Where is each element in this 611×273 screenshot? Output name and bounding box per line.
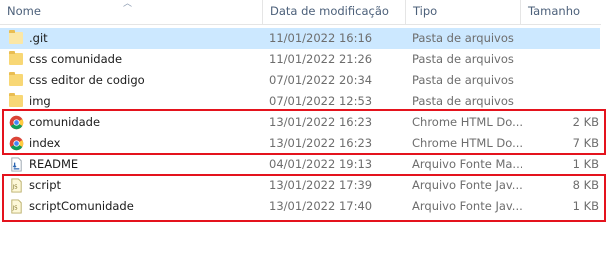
folder-icon	[9, 93, 23, 107]
column-header-size-label: Tamanho	[528, 4, 581, 18]
file-date: 13/01/2022 17:39	[269, 178, 373, 192]
file-date: 13/01/2022 17:40	[269, 199, 373, 213]
markdown-file-icon	[11, 157, 22, 172]
file-size	[527, 91, 599, 112]
file-date: 11/01/2022 21:26	[269, 52, 373, 66]
file-date: 11/01/2022 16:16	[269, 31, 373, 45]
file-type: Arquivo Fonte Ma...	[412, 157, 522, 171]
file-row[interactable]: .git 11/01/2022 16:16 Pasta de arquivos	[0, 28, 600, 49]
file-size: 8 KB	[572, 178, 599, 192]
file-type: Pasta de arquivos	[412, 31, 514, 45]
column-header-type-label: Tipo	[413, 4, 438, 18]
file-date: 07/01/2022 20:34	[269, 73, 373, 87]
file-name: index	[29, 136, 61, 150]
file-row[interactable]: index 13/01/2022 16:23 Chrome HTML Do...…	[0, 133, 600, 154]
file-size: 2 KB	[572, 115, 599, 129]
file-type: Pasta de arquivos	[412, 52, 514, 66]
file-size: 1 KB	[572, 157, 599, 171]
column-header-date[interactable]: Data de modificação	[263, 0, 405, 24]
file-row[interactable]: JS script 13/01/2022 17:39 Arquivo Fonte…	[0, 175, 600, 196]
column-header-type[interactable]: Tipo	[406, 0, 520, 24]
js-file-icon: JS	[11, 199, 22, 214]
folder-icon	[9, 72, 23, 86]
file-name: script	[29, 178, 62, 192]
file-row[interactable]: comunidade 13/01/2022 16:23 Chrome HTML …	[0, 112, 600, 133]
svg-text:JS: JS	[12, 184, 18, 190]
file-size: 7 KB	[572, 136, 599, 150]
sort-caret-icon: ︿	[123, 0, 133, 9]
file-name: css editor de codigo	[29, 73, 145, 87]
column-header-name-label: Nome	[7, 4, 41, 18]
file-type: Pasta de arquivos	[412, 94, 514, 108]
chrome-icon	[9, 136, 24, 151]
file-name: img	[29, 94, 51, 108]
file-name: README	[29, 157, 79, 171]
file-list: .git 11/01/2022 16:16 Pasta de arquivos …	[0, 28, 611, 217]
file-name: comunidade	[29, 115, 101, 129]
file-size	[527, 49, 599, 70]
file-row[interactable]: README 04/01/2022 19:13 Arquivo Fonte Ma…	[0, 154, 600, 175]
svg-text:JS: JS	[12, 205, 18, 211]
column-header-date-label: Data de modificação	[270, 4, 389, 18]
chrome-icon	[9, 115, 24, 130]
file-row[interactable]: img 07/01/2022 12:53 Pasta de arquivos	[0, 91, 600, 112]
file-date: 13/01/2022 16:23	[269, 136, 373, 150]
file-name: css comunidade	[29, 52, 123, 66]
folder-icon	[9, 30, 23, 44]
file-size	[527, 70, 599, 91]
file-row[interactable]: JS scriptComunidade 13/01/2022 17:40 Arq…	[0, 196, 600, 217]
column-header-size[interactable]: Tamanho	[521, 0, 601, 24]
file-size: 1 KB	[572, 199, 599, 213]
file-date: 04/01/2022 19:13	[269, 157, 373, 171]
vertical-scrollbar[interactable]	[601, 24, 611, 273]
column-header-bar: Nome ︿ Data de modificação Tipo Tamanho	[0, 0, 611, 25]
file-row[interactable]: css comunidade 11/01/2022 21:26 Pasta de…	[0, 49, 600, 70]
folder-icon	[9, 51, 23, 65]
file-size	[527, 28, 599, 49]
file-type: Arquivo Fonte Jav...	[412, 199, 522, 213]
file-name: scriptComunidade	[29, 199, 134, 213]
file-row[interactable]: css editor de codigo 07/01/2022 20:34 Pa…	[0, 70, 600, 91]
file-date: 13/01/2022 16:23	[269, 115, 373, 129]
file-name: .git	[29, 31, 48, 45]
file-type: Chrome HTML Do...	[412, 115, 522, 129]
js-file-icon: JS	[11, 178, 22, 193]
file-date: 07/01/2022 12:53	[269, 94, 373, 108]
file-type: Arquivo Fonte Jav...	[412, 178, 522, 192]
file-type: Pasta de arquivos	[412, 73, 514, 87]
file-type: Chrome HTML Do...	[412, 136, 522, 150]
